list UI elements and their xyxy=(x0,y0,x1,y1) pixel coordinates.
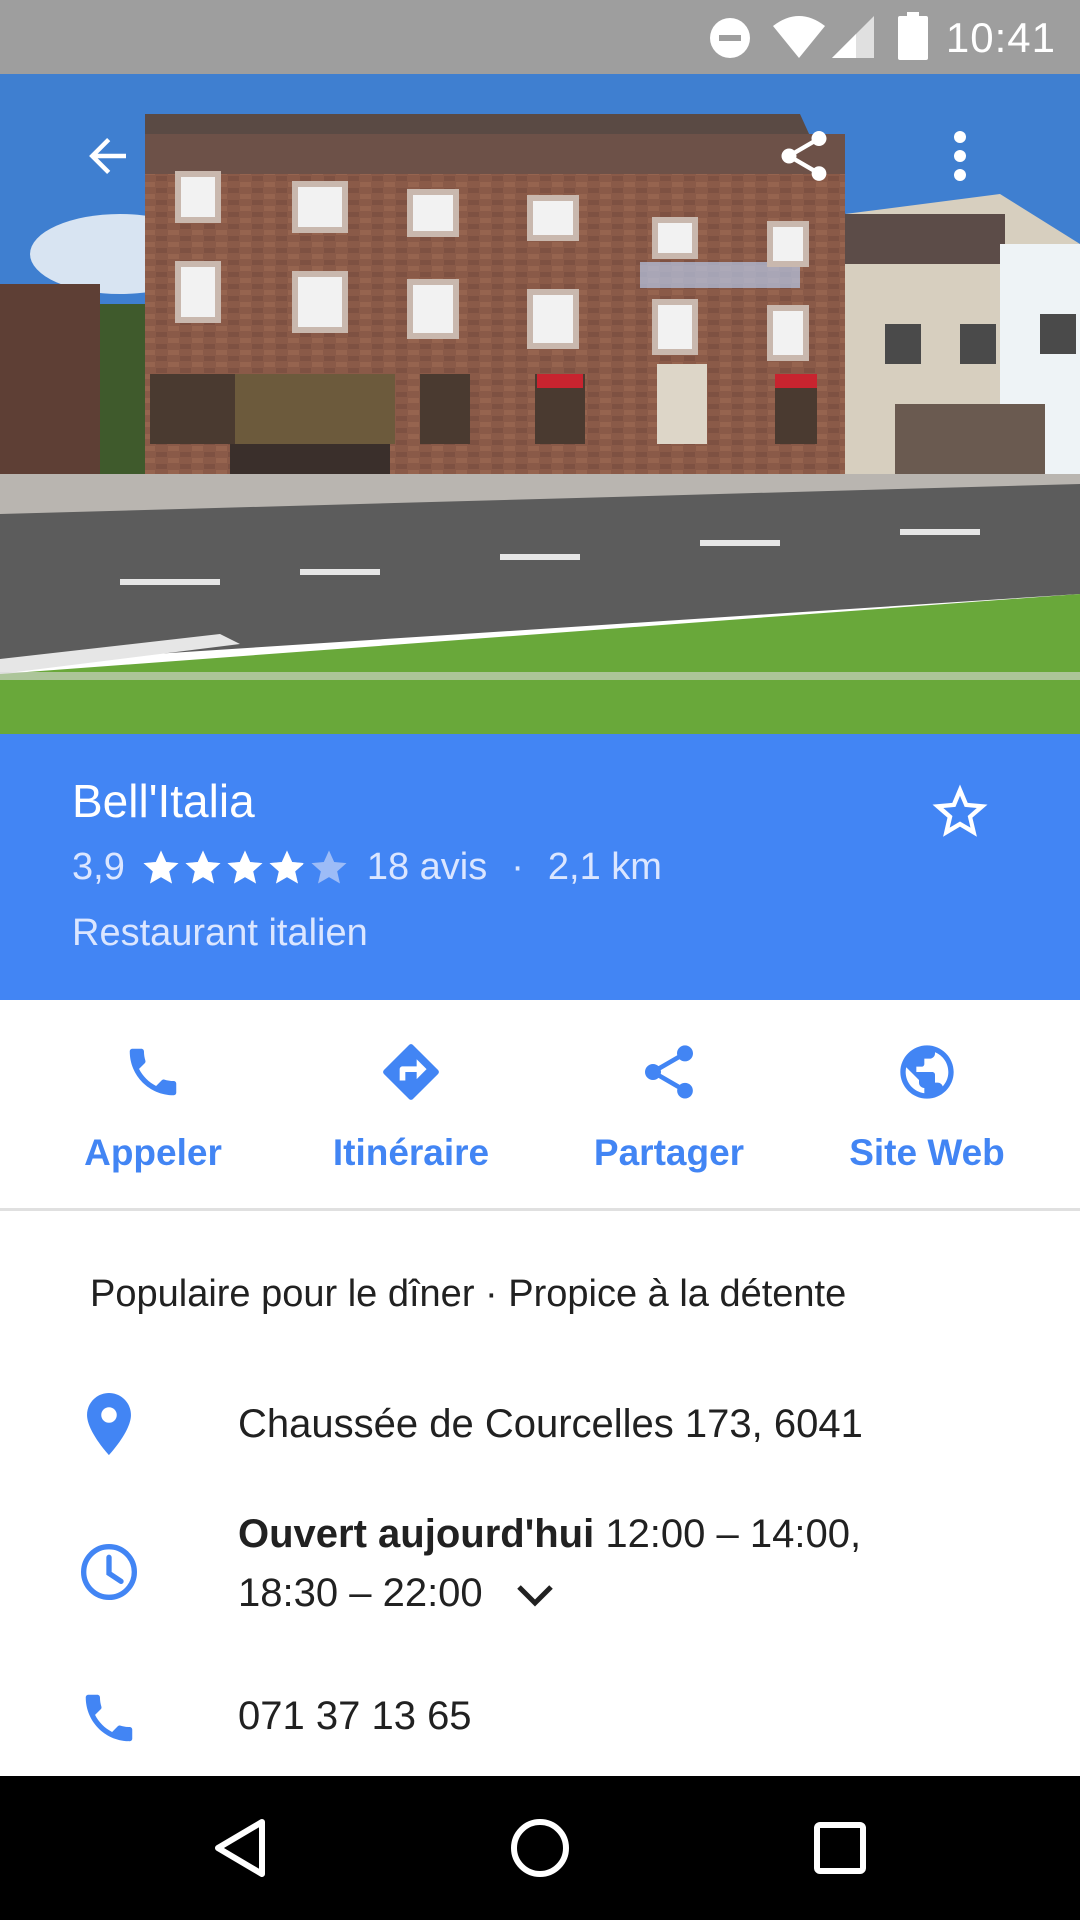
rating-star-icon xyxy=(311,850,347,883)
call-label: Appeler xyxy=(84,1132,222,1173)
back-button[interactable] xyxy=(68,116,148,196)
place-details: Populaire pour le dîner · Propice à la d… xyxy=(0,1211,1080,1776)
more-options-button[interactable] xyxy=(920,116,1000,196)
action-bar: Appeler Itinéraire Partager Site Web xyxy=(0,1000,1080,1211)
back-arrow-icon xyxy=(89,138,126,174)
separator-dot: · xyxy=(511,846,524,888)
hours-line-2: 18:30 – 22:00 xyxy=(238,1571,483,1615)
phone-row[interactable]: 071 37 13 65 xyxy=(0,1677,1080,1757)
place-header: Bell'Italia 3,9 18 avis · 2,1 km Restaur… xyxy=(0,734,1080,1000)
signal-icon xyxy=(830,14,876,65)
globe-icon xyxy=(900,1045,954,1099)
rating-star-icon xyxy=(227,850,263,883)
rating-row: 3,9 18 avis · 2,1 km xyxy=(72,846,662,889)
directions-icon xyxy=(383,1044,439,1100)
share-button[interactable]: Partager xyxy=(540,1000,798,1208)
directions-button[interactable]: Itinéraire xyxy=(282,1000,540,1208)
nav-home-button[interactable] xyxy=(500,1808,580,1888)
save-favorite-button[interactable] xyxy=(920,772,1000,852)
popular-attributes: Populaire pour le dîner · Propice à la d… xyxy=(90,1273,847,1315)
address-row[interactable]: Chaussée de Courcelles 173, 6041 xyxy=(0,1385,1080,1465)
nav-recents-button[interactable] xyxy=(800,1808,880,1888)
nav-back-icon xyxy=(215,1819,265,1877)
battery-icon xyxy=(898,12,928,65)
do-not-disturb-icon xyxy=(708,16,752,65)
nav-back-button[interactable] xyxy=(200,1808,280,1888)
place-category: Restaurant italien xyxy=(72,912,368,954)
star-outline-icon xyxy=(932,784,988,837)
nav-home-icon xyxy=(511,1819,569,1877)
phone-icon xyxy=(129,1048,177,1096)
share-icon xyxy=(781,131,827,181)
open-status: Ouvert aujourd'hui xyxy=(238,1512,595,1556)
hours-line-1: 12:00 – 14:00, xyxy=(594,1512,862,1556)
rating-stars xyxy=(141,848,351,888)
hours-row[interactable]: Ouvert aujourd'hui 12:00 – 14:00, 18:30 … xyxy=(0,1501,1080,1631)
place-photo[interactable] xyxy=(0,74,1080,734)
status-bar: 10:41 xyxy=(0,0,1080,74)
clock: 10:41 xyxy=(945,14,1056,61)
rating-star-icon xyxy=(143,850,179,883)
place-name: Bell'Italia xyxy=(72,775,255,827)
share-photo-button[interactable] xyxy=(764,116,844,196)
distance: 2,1 km xyxy=(547,846,662,888)
call-button[interactable]: Appeler xyxy=(24,1000,282,1208)
system-nav-bar xyxy=(0,1776,1080,1920)
directions-label: Itinéraire xyxy=(332,1132,490,1173)
share-icon xyxy=(645,1045,693,1099)
expand-hours-icon[interactable] xyxy=(516,1566,554,1625)
phone-number: 071 37 13 65 xyxy=(238,1694,472,1738)
location-pin-icon xyxy=(74,1389,144,1459)
rating-value: 3,9 xyxy=(72,846,125,888)
review-count[interactable]: 18 avis xyxy=(367,846,487,889)
website-label: Site Web xyxy=(849,1132,1005,1173)
restaurant-building-image xyxy=(0,74,1080,734)
share-label: Partager xyxy=(593,1132,745,1173)
wifi-icon xyxy=(772,14,826,65)
address-text: Chaussée de Courcelles 173, 6041 xyxy=(238,1402,863,1446)
hours-text: Ouvert aujourd'hui 12:00 – 14:00, 18:30 … xyxy=(238,1505,861,1625)
clock-icon xyxy=(74,1537,144,1607)
more-vert-icon xyxy=(954,131,966,181)
nav-recents-icon xyxy=(814,1822,866,1874)
website-button[interactable]: Site Web xyxy=(798,1000,1056,1208)
rating-star-icon xyxy=(185,850,221,883)
rating-star-icon xyxy=(269,850,305,883)
phone-icon xyxy=(74,1683,144,1753)
